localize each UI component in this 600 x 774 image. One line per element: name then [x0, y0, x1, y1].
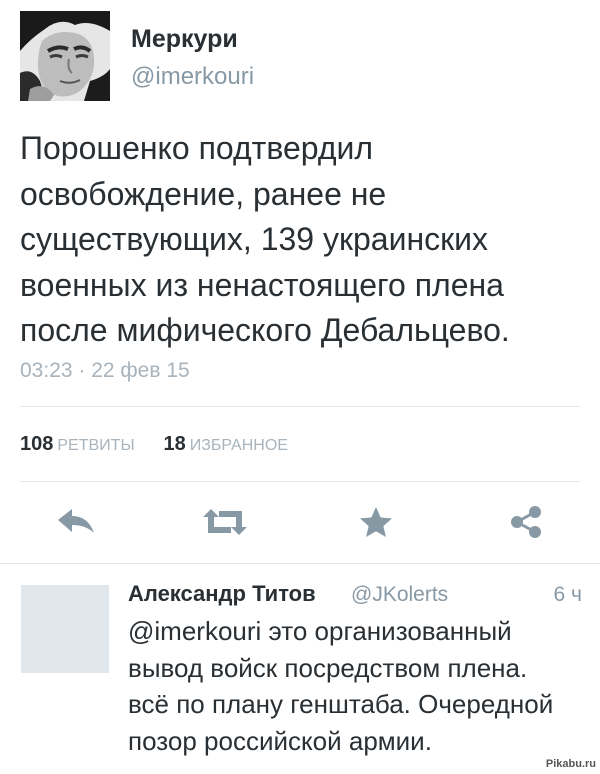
tweet-timestamp[interactable]: 03:23 · 22 фев 15	[20, 359, 190, 383]
tweet-text: Порошенко подтвердил освобождение, ранее…	[20, 126, 595, 354]
favorites-label: ИЗБРАННОЕ	[189, 437, 288, 454]
star-icon	[360, 507, 392, 537]
tweet-text-line: освобождение, ранее не	[20, 175, 387, 212]
author-avatar[interactable]	[20, 11, 110, 101]
reply-button[interactable]	[52, 500, 100, 544]
reply-text-line: позор российской армии.	[128, 725, 432, 756]
reply-text-line: @imerkouri это организованный	[128, 616, 512, 646]
favorites-stat[interactable]: 18 ИЗБРАННОЕ	[164, 433, 288, 455]
reply-time: 6 ч	[553, 583, 582, 606]
tweet-text-line: существующих, 139 украинских	[20, 221, 488, 257]
reply-text-line: вывод войск посредством плена.	[128, 652, 528, 683]
tweet-text-line: военных из ненастоящего плена	[20, 266, 504, 303]
retweet-icon	[203, 509, 247, 535]
retweets-count: 108	[20, 433, 54, 455]
reply-author-name[interactable]: Александр Титов	[128, 581, 316, 607]
favorites-count: 18	[163, 433, 186, 455]
retweet-button[interactable]	[201, 500, 249, 544]
tweet-actions	[0, 500, 600, 544]
author-handle[interactable]: @imerkouri	[131, 63, 254, 91]
reply-text-line: всё по плану генштаба. Очередной	[128, 689, 554, 719]
reply-avatar[interactable]	[21, 585, 109, 673]
divider	[20, 481, 580, 482]
tweet-text-line: после мифического Дебальцево.	[20, 312, 510, 348]
tweet-text-line: Порошенко подтвердил	[20, 130, 374, 166]
share-icon	[511, 506, 541, 538]
author-name[interactable]: Меркури	[131, 25, 238, 54]
retweets-stat[interactable]: 108 РЕТВИТЫ	[20, 433, 139, 455]
favorite-button[interactable]	[352, 500, 400, 544]
watermark: Pikabu.ru	[545, 758, 596, 770]
author-avatar-photo	[20, 11, 110, 101]
reply-text: @imerkouri это организованный вывод войс…	[128, 613, 598, 759]
reply-author-handle[interactable]: @JKolerts	[351, 583, 448, 607]
retweets-label: РЕТВИТЫ	[57, 437, 135, 454]
reply-icon	[58, 509, 94, 533]
share-button[interactable]	[502, 500, 550, 544]
divider	[20, 406, 580, 407]
tweet-stats: 108 РЕТВИТЫ 18 ИЗБРАННОЕ	[20, 433, 288, 456]
section-divider	[0, 563, 600, 564]
